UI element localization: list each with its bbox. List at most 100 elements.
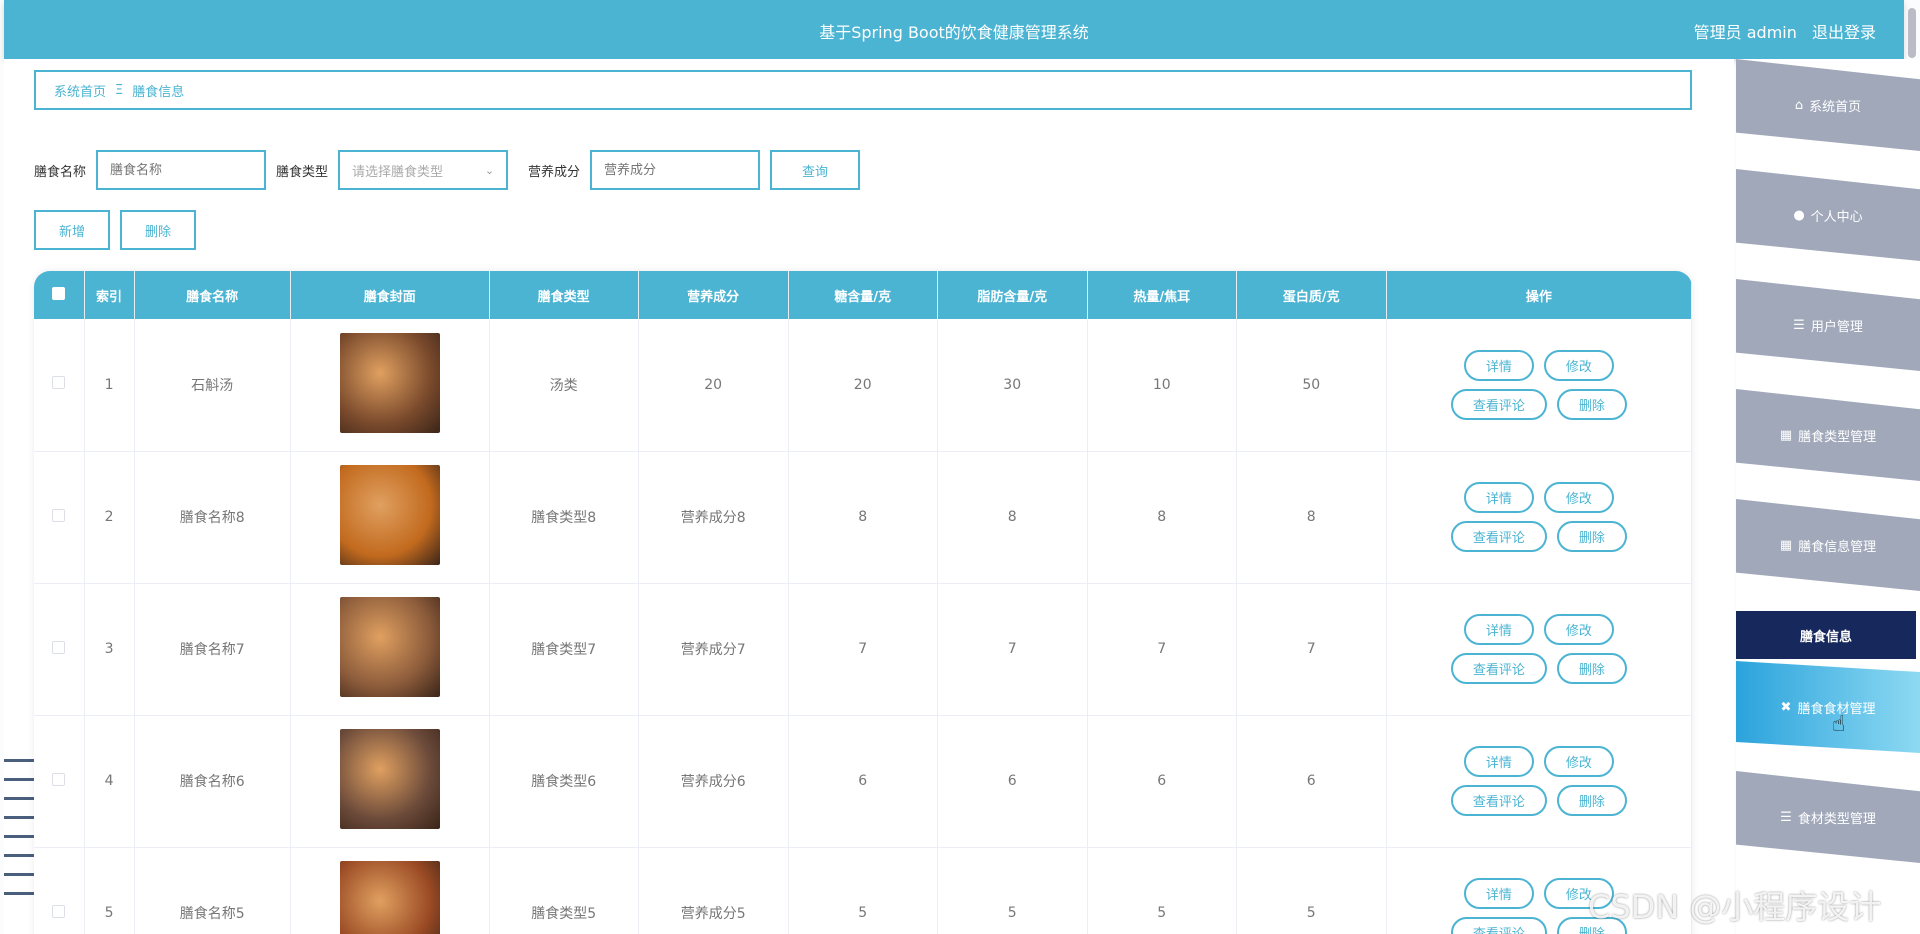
- table-header-row: 索引 膳食名称 膳食封面 膳食类型 营养成分 糖含量/克 脂肪含量/克 热量/焦…: [34, 271, 1692, 319]
- logout-link[interactable]: 退出登录: [1812, 23, 1876, 42]
- row-checkbox[interactable]: [52, 904, 66, 918]
- batch-delete-button[interactable]: 删除: [120, 210, 197, 250]
- sidebar-item-meal-ingredients[interactable]: ✖ 膳食食材管理: [1736, 661, 1920, 753]
- name-cell: 膳食名称5: [134, 847, 291, 934]
- row-delete-button[interactable]: 删除: [1556, 653, 1627, 684]
- calories-cell: 6: [1087, 715, 1237, 848]
- row-checkbox[interactable]: [52, 640, 66, 654]
- sugar-cell: 8: [788, 451, 938, 584]
- row-select-cell: [34, 319, 85, 452]
- detail-button[interactable]: 详情: [1463, 482, 1534, 513]
- grid-icon: ▦: [1779, 537, 1793, 553]
- main-content: 系统首页 Ξ 膳食信息 膳食名称 膳食类型 请选择膳食类型 ⌄ 营养成分 查询 …: [4, 59, 1734, 934]
- meal-cover-image: [339, 597, 440, 697]
- fat-cell: 6: [937, 715, 1088, 848]
- sugar-cell: 5: [788, 847, 938, 934]
- nutrition-cell: 营养成分6: [638, 715, 789, 848]
- column-header: 热量/焦耳: [1087, 271, 1237, 319]
- sidebar-item-label: 膳食类型管理: [1798, 429, 1877, 445]
- view-reviews-button[interactable]: 查看评论: [1450, 653, 1547, 684]
- row-delete-button[interactable]: 删除: [1556, 521, 1627, 552]
- sidebar-item-ingredient-types[interactable]: ☰ 食材类型管理: [1736, 771, 1920, 863]
- row-checkbox[interactable]: [52, 376, 66, 390]
- edit-button[interactable]: 修改: [1543, 614, 1614, 645]
- fat-cell: 5: [937, 847, 1088, 934]
- scrollbar[interactable]: [1908, 8, 1916, 58]
- calories-cell: 10: [1087, 319, 1237, 452]
- submenu-meal-info[interactable]: 膳食信息: [1736, 611, 1916, 659]
- view-reviews-button[interactable]: 查看评论: [1450, 917, 1547, 934]
- meal-cover-image: [339, 465, 440, 565]
- detail-button[interactable]: 详情: [1463, 878, 1534, 909]
- chevron-down-icon: ⌄: [484, 163, 495, 177]
- table-row: 4 膳食名称6 膳食类型6 营养成分6 6 6 6 6 详情 修改 查看评论 删除: [34, 715, 1692, 848]
- row-delete-button[interactable]: 删除: [1556, 785, 1627, 816]
- name-cell: 膳食名称8: [134, 451, 291, 584]
- sidebar-item-profile[interactable]: ● 个人中心: [1736, 169, 1920, 261]
- sidebar-item-label: 食材类型管理: [1797, 811, 1876, 827]
- nutrition-label: 营养成分: [528, 164, 581, 180]
- calories-cell: 8: [1087, 451, 1237, 584]
- view-reviews-button[interactable]: 查看评论: [1450, 388, 1547, 420]
- detail-button[interactable]: 详情: [1463, 614, 1534, 645]
- view-reviews-button[interactable]: 查看评论: [1450, 785, 1547, 816]
- sidebar: ⌂ 系统首页 ● 个人中心 ☰ 用户管理 ▦ 膳食类型管理 ▦ 膳食信息管理 膳食信息 ✖…: [1736, 59, 1920, 934]
- name-cell: 膳食名称7: [134, 583, 291, 716]
- select-all-checkbox[interactable]: [52, 286, 66, 300]
- name-search-input[interactable]: [96, 150, 267, 190]
- type-cell: 膳食类型6: [489, 715, 639, 848]
- fat-cell: 30: [937, 319, 1088, 452]
- protein-cell: 8: [1236, 451, 1387, 584]
- row-checkbox[interactable]: [52, 508, 66, 522]
- detail-button[interactable]: 详情: [1463, 746, 1534, 777]
- protein-cell: 5: [1236, 847, 1387, 934]
- name-label: 膳食名称: [34, 164, 87, 180]
- table-row: 3 膳食名称7 膳食类型7 营养成分7 7 7 7 7 详情 修改 查看评论 删除: [34, 583, 1692, 716]
- meal-cover-image: [339, 729, 440, 829]
- detail-button[interactable]: 详情: [1463, 349, 1534, 381]
- cover-cell: [290, 583, 490, 716]
- breadcrumb-home[interactable]: 系统首页: [54, 81, 106, 100]
- ingredient-icon: ✖: [1780, 699, 1792, 715]
- sugar-cell: 20: [788, 319, 938, 452]
- calories-cell: 7: [1087, 583, 1237, 716]
- row-select-cell: [34, 451, 85, 584]
- column-header: 膳食名称: [134, 271, 291, 319]
- type-select-placeholder: 请选择膳食类型: [352, 164, 444, 180]
- add-button[interactable]: 新增: [34, 210, 111, 250]
- user-area: 管理员 admin 退出登录: [1684, 19, 1876, 43]
- sidebar-item-users[interactable]: ☰ 用户管理: [1736, 279, 1920, 371]
- sidebar-item-meal-info[interactable]: ▦ 膳食信息管理: [1736, 499, 1920, 591]
- table-row: 2 膳食名称8 膳食类型8 营养成分8 8 8 8 8 详情 修改 查看评论 删除: [34, 451, 1692, 584]
- protein-cell: 50: [1236, 319, 1387, 452]
- sidebar-item-label: 膳食信息管理: [1798, 539, 1877, 555]
- type-select[interactable]: 请选择膳食类型 ⌄: [338, 150, 509, 190]
- row-delete-button[interactable]: 删除: [1556, 388, 1627, 420]
- edit-button[interactable]: 修改: [1543, 482, 1614, 513]
- fat-cell: 7: [937, 583, 1088, 716]
- admin-label: 管理员 admin: [1693, 23, 1797, 42]
- breadcrumb-separator-icon: Ξ: [115, 82, 124, 98]
- row-checkbox[interactable]: [52, 772, 66, 786]
- column-header: 糖含量/克: [788, 271, 938, 319]
- edit-button[interactable]: 修改: [1543, 349, 1614, 381]
- meal-table: 索引 膳食名称 膳食封面 膳食类型 营养成分 糖含量/克 脂肪含量/克 热量/焦…: [34, 271, 1692, 934]
- sugar-cell: 6: [788, 715, 938, 848]
- sidebar-item-meal-types[interactable]: ▦ 膳食类型管理: [1736, 389, 1920, 481]
- decorative-lines: [4, 759, 34, 934]
- column-header: 脂肪含量/克: [937, 271, 1088, 319]
- row-select-cell: [34, 583, 85, 716]
- nutrition-search-input[interactable]: [590, 150, 761, 190]
- cover-cell: [290, 847, 490, 934]
- fat-cell: 8: [937, 451, 1088, 584]
- watermark: CSDN @小程序设计: [1588, 888, 1882, 926]
- operations-cell: 详情 修改 查看评论 删除: [1386, 715, 1692, 848]
- type-cell: 膳食类型5: [489, 847, 639, 934]
- sidebar-item-home[interactable]: ⌂ 系统首页: [1736, 59, 1920, 151]
- home-icon: ⌂: [1794, 97, 1804, 113]
- edit-button[interactable]: 修改: [1543, 746, 1614, 777]
- query-button[interactable]: 查询: [770, 150, 861, 190]
- sidebar-item-label: 个人中心: [1810, 209, 1863, 225]
- type-cell: 汤类: [489, 319, 639, 452]
- view-reviews-button[interactable]: 查看评论: [1450, 521, 1547, 552]
